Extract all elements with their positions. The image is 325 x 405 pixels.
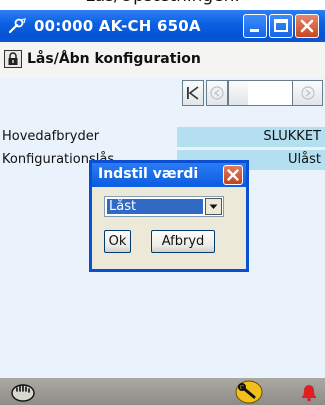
ok-button[interactable]: Ok [104,230,131,253]
prev-page-button[interactable] [206,80,228,106]
parameter-label: Hovedafbryder [2,129,100,144]
dialog-title: Indstil værdi [98,166,199,182]
close-icon [227,169,239,181]
page-navigator [182,80,324,106]
alarm-bell-icon[interactable] [299,382,319,405]
chevron-down-icon [209,204,218,209]
hand-icon[interactable] [10,381,36,405]
window-title: 00:000 AK-CH 650A [34,17,201,35]
maximize-button[interactable] [269,14,293,38]
dialog-close-button[interactable] [223,165,243,185]
first-page-button[interactable] [182,80,204,106]
app-window: 00:000 AK-CH 650A Lås/Åbn konfiguration … [0,10,325,405]
first-page-icon [187,86,199,100]
minimize-icon [250,29,259,32]
lock-icon [8,52,18,65]
dialog-title-bar[interactable]: Indstil værdi [92,163,246,187]
prev-page-icon [210,86,224,100]
cancel-button[interactable]: Afbryd [151,230,215,253]
value-select[interactable]: Låst [104,196,224,217]
wrench-plug-icon [8,18,26,34]
close-button[interactable] [295,14,319,38]
set-value-dialog: Indstil værdi Låst Ok Afbryd [89,160,249,272]
next-page-button[interactable] [292,80,323,106]
parameter-row[interactable]: Hovedafbryder SLUKKET [0,127,325,147]
bottom-toolbar [0,378,325,405]
page-caption-fragment: Lås/Opsætningen. [0,0,325,10]
dropdown-button[interactable] [205,198,222,215]
next-page-icon [301,86,315,100]
title-bar[interactable]: 00:000 AK-CH 650A [0,10,325,42]
parameter-value[interactable]: SLUKKET [177,127,325,147]
scroll-track[interactable] [248,80,292,106]
wrench-icon[interactable] [234,379,264,405]
selected-value: Låst [106,198,204,215]
minimize-button[interactable] [243,14,267,38]
maximize-icon [274,19,288,32]
screen-title: Lås/Åbn konfiguration [27,51,201,67]
scroll-thumb[interactable] [228,80,250,106]
screen-header: Lås/Åbn konfiguration [0,42,325,78]
close-icon [300,19,314,33]
lock-button[interactable] [4,50,22,68]
